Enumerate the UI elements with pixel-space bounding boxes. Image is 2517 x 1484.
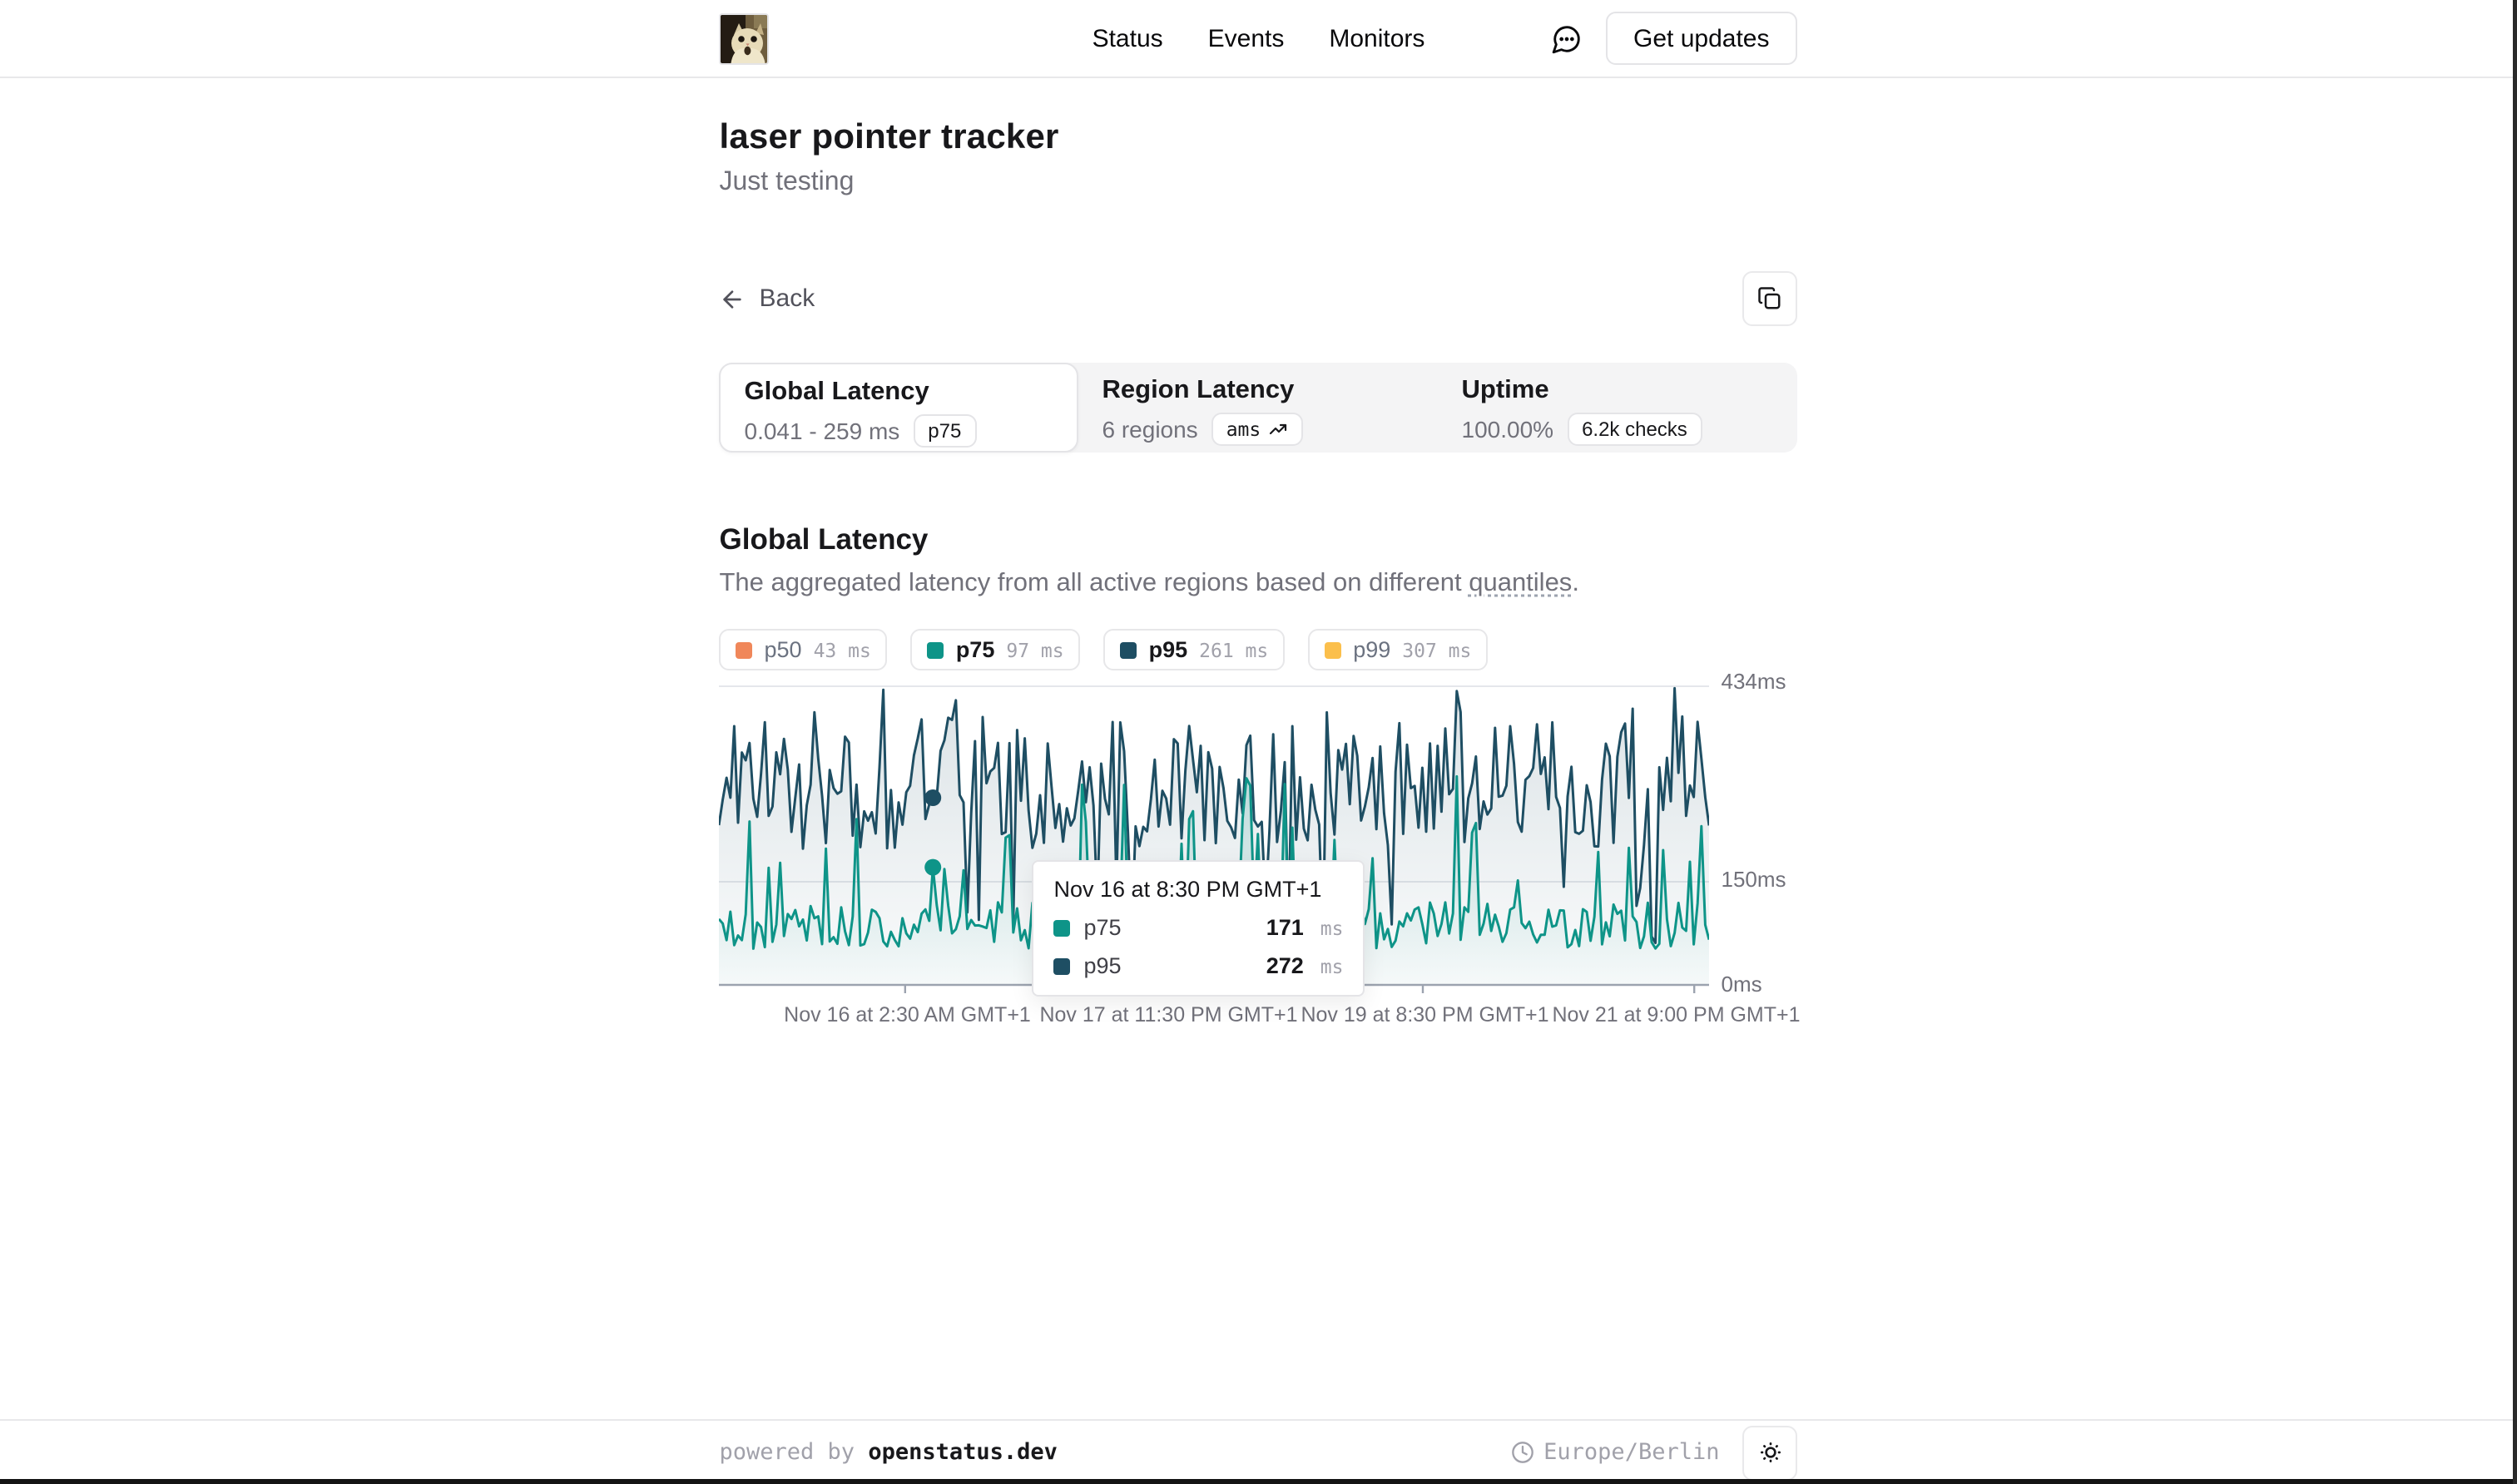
legend-value: 307 ms <box>1402 638 1471 661</box>
powered-by: powered by openstatus.dev <box>720 1439 1058 1466</box>
copy-icon <box>1758 286 1783 311</box>
quantiles-link[interactable]: quantiles <box>1469 569 1572 597</box>
feedback-chat-button[interactable] <box>1550 22 1582 54</box>
nav-events-link[interactable]: Events <box>1208 25 1285 53</box>
description-period: . <box>1572 569 1579 597</box>
checks-badge: 6.2k checks <box>1567 413 1702 446</box>
legend-label: p75 <box>956 637 995 662</box>
x-axis-tick-1: Nov 16 at 2:30 AM GMT+1 <box>784 1003 1031 1026</box>
tooltip-unit: ms <box>1320 916 1344 939</box>
cat-logo-image <box>721 14 770 64</box>
tooltip-value: 272 <box>1266 953 1304 978</box>
tab-title: Uptime <box>1462 376 1798 406</box>
tab-value: 0.041 - 259 ms <box>745 418 900 444</box>
tab-global-latency[interactable]: Global Latency 0.041 - 259 ms p75 <box>720 363 1079 453</box>
tab-title: Global Latency <box>745 378 1078 408</box>
tooltip-row-p75: p75 171 ms <box>1054 915 1344 940</box>
legend-label: p95 <box>1149 637 1188 662</box>
openstatus-link[interactable]: openstatus.dev <box>868 1439 1058 1466</box>
main-navigation: Status Events Monitors <box>1093 0 1425 78</box>
powered-by-prefix: powered by <box>720 1439 869 1466</box>
y-axis-tick-150: 150ms <box>1722 867 1786 892</box>
section-description: The aggregated latency from all active r… <box>720 569 1798 599</box>
p95-swatch <box>1121 641 1137 658</box>
clock-icon <box>1510 1441 1533 1464</box>
chart-tooltip: Nov 16 at 8:30 PM GMT+1 p75 171 ms p95 2… <box>1033 860 1365 997</box>
message-bubble-icon <box>1550 22 1582 54</box>
region-badge: ams <box>1211 413 1303 446</box>
metric-tabs: Global Latency 0.041 - 259 ms p75 Region… <box>720 363 1798 453</box>
arrow-left-icon <box>720 285 746 312</box>
legend-value: 261 ms <box>1199 638 1268 661</box>
tooltip-series-label: p95 <box>1084 953 1122 978</box>
tooltip-row-p95: p95 272 ms <box>1054 953 1344 978</box>
trending-up-icon <box>1267 419 1287 439</box>
page-title: laser pointer tracker <box>720 118 1798 158</box>
p75-swatch <box>928 641 944 658</box>
sun-icon <box>1757 1439 1784 1466</box>
legend-chip-p75[interactable]: p75 97 ms <box>911 629 1081 670</box>
x-axis-tick-3: Nov 19 at 8:30 PM GMT+1 <box>1301 1003 1548 1026</box>
timezone-indicator: Europe/Berlin <box>1510 1439 1719 1466</box>
legend-value: 97 ms <box>1006 638 1063 661</box>
get-updates-button[interactable]: Get updates <box>1605 12 1797 65</box>
x-axis-tick-4: Nov 21 at 9:00 PM GMT+1 <box>1552 1003 1800 1026</box>
p95-swatch <box>1054 957 1071 974</box>
back-label: Back <box>760 284 815 313</box>
window-bottom-edge <box>0 1479 2517 1484</box>
footer: powered by openstatus.dev Europe/Berlin <box>0 1419 2517 1484</box>
nav-monitors-link[interactable]: Monitors <box>1329 25 1424 53</box>
site-logo[interactable] <box>720 12 770 64</box>
tooltip-title: Nov 16 at 8:30 PM GMT+1 <box>1054 877 1344 902</box>
section-title: Global Latency <box>720 522 1798 557</box>
p75-swatch <box>1054 919 1071 936</box>
p50-swatch <box>736 641 753 658</box>
legend-chip-p50[interactable]: p50 43 ms <box>720 629 888 670</box>
tab-uptime[interactable]: Uptime 100.00% 6.2k checks <box>1439 363 1798 453</box>
timezone-label: Europe/Berlin <box>1543 1439 1719 1466</box>
window-right-edge <box>2513 0 2517 1484</box>
theme-toggle-button[interactable] <box>1743 1425 1798 1480</box>
legend-chip-p99[interactable]: p99 307 ms <box>1308 629 1488 670</box>
tooltip-unit: ms <box>1320 954 1344 977</box>
y-axis-tick-434: 434ms <box>1722 669 1786 694</box>
top-navigation-bar: Status Events Monitors Get updates <box>0 0 2517 78</box>
back-link[interactable]: Back <box>720 284 815 313</box>
chart-legend: p50 43 ms p75 97 ms p95 261 ms p99 307 m… <box>720 629 1798 670</box>
description-text: The aggregated latency from all active r… <box>720 569 1469 597</box>
p99-swatch <box>1325 641 1341 658</box>
tab-title: Region Latency <box>1102 376 1439 406</box>
legend-value: 43 ms <box>814 638 871 661</box>
tooltip-value: 171 <box>1266 915 1304 940</box>
latency-chart[interactable]: 434ms 150ms 0ms Nov 16 at 2:30 AM GMT+1 … <box>720 680 1798 1033</box>
y-axis-tick-0: 0ms <box>1722 972 1762 997</box>
page-subtitle: Just testing <box>720 168 1798 198</box>
legend-label: p50 <box>765 637 802 662</box>
legend-chip-p95[interactable]: p95 261 ms <box>1104 629 1286 670</box>
copy-link-button[interactable] <box>1743 271 1798 326</box>
main-content: laser pointer tracker Just testing Back <box>0 78 2517 1419</box>
tab-region-latency[interactable]: Region Latency 6 regions ams <box>1079 363 1439 453</box>
nav-status-link[interactable]: Status <box>1093 25 1163 53</box>
x-axis-tick-2: Nov 17 at 11:30 PM GMT+1 <box>1039 1003 1297 1026</box>
tab-value: 100.00% <box>1462 416 1554 443</box>
tooltip-series-label: p75 <box>1084 915 1122 940</box>
quantile-badge: p75 <box>913 414 976 448</box>
legend-label: p99 <box>1353 637 1390 662</box>
tab-value: 6 regions <box>1102 416 1198 443</box>
status-page: Status Events Monitors Get updates laser… <box>0 0 2517 1484</box>
